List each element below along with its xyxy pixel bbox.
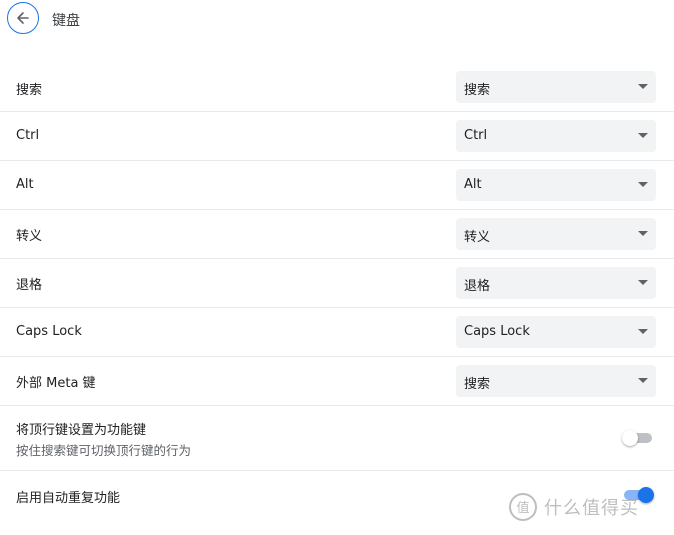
page-title: 键盘 (52, 13, 80, 29)
toggle-knob (638, 487, 654, 503)
external-meta-key-select[interactable]: 搜索 (456, 365, 656, 397)
dropdown-arrow-icon (638, 182, 648, 187)
setting-label: 转义 (16, 229, 43, 244)
alt-key-select[interactable]: Alt (456, 169, 656, 201)
setting-label: 搜索 (16, 83, 43, 98)
backspace-key-select[interactable]: 退格 (456, 267, 656, 299)
watermark-text: 什么值得买 (544, 498, 639, 519)
dropdown-arrow-icon (638, 329, 648, 334)
header: 键盘 (0, 0, 674, 40)
smzdm-logo-icon: 值 (509, 493, 537, 521)
setting-label: 将顶行键设置为功能键 (16, 423, 147, 438)
toggle-knob (622, 430, 638, 446)
setting-row-caps-lock: Caps Lock Caps Lock (0, 308, 674, 357)
caps-lock-key-select[interactable]: Caps Lock (456, 316, 656, 348)
setting-row-ctrl: Ctrl Ctrl (0, 112, 674, 161)
escape-key-select[interactable]: 转义 (456, 218, 656, 250)
select-value: Alt (464, 177, 482, 192)
dropdown-arrow-icon (638, 133, 648, 138)
back-button[interactable] (7, 2, 39, 34)
ctrl-key-select[interactable]: Ctrl (456, 120, 656, 152)
setting-label: Alt (16, 177, 34, 192)
select-value: 搜索 (464, 377, 491, 392)
setting-label: 外部 Meta 键 (16, 376, 96, 391)
setting-row-backspace: 退格 退格 (0, 259, 674, 308)
select-value: 搜索 (464, 83, 491, 98)
setting-row-function-keys: 将顶行键设置为功能键 按住搜索键可切换顶行键的行为 (0, 406, 674, 471)
select-value: 转义 (464, 230, 491, 245)
select-value: 退格 (464, 279, 491, 294)
setting-label: Caps Lock (16, 324, 82, 339)
dropdown-arrow-icon (638, 280, 648, 285)
watermark: 值 什么值得买 (508, 492, 639, 522)
setting-row-alt: Alt Alt (0, 161, 674, 210)
dropdown-arrow-icon (638, 84, 648, 89)
setting-sublabel: 按住搜索键可切换顶行键的行为 (16, 443, 192, 458)
select-value: Ctrl (464, 128, 488, 143)
function-keys-toggle[interactable] (622, 430, 654, 446)
select-value: Caps Lock (464, 324, 530, 339)
setting-label: 启用自动重复功能 (16, 491, 121, 506)
dropdown-arrow-icon (638, 231, 648, 236)
setting-row-external-meta: 外部 Meta 键 搜索 (0, 357, 674, 406)
setting-label: 退格 (16, 278, 43, 293)
search-key-select[interactable]: 搜索 (456, 71, 656, 103)
svg-text:值: 值 (516, 500, 529, 516)
setting-row-search: 搜索 搜索 (0, 62, 674, 112)
setting-row-escape: 转义 转义 (0, 210, 674, 259)
dropdown-arrow-icon (638, 378, 648, 383)
arrow-left-icon (17, 12, 29, 24)
setting-label: Ctrl (16, 128, 40, 143)
